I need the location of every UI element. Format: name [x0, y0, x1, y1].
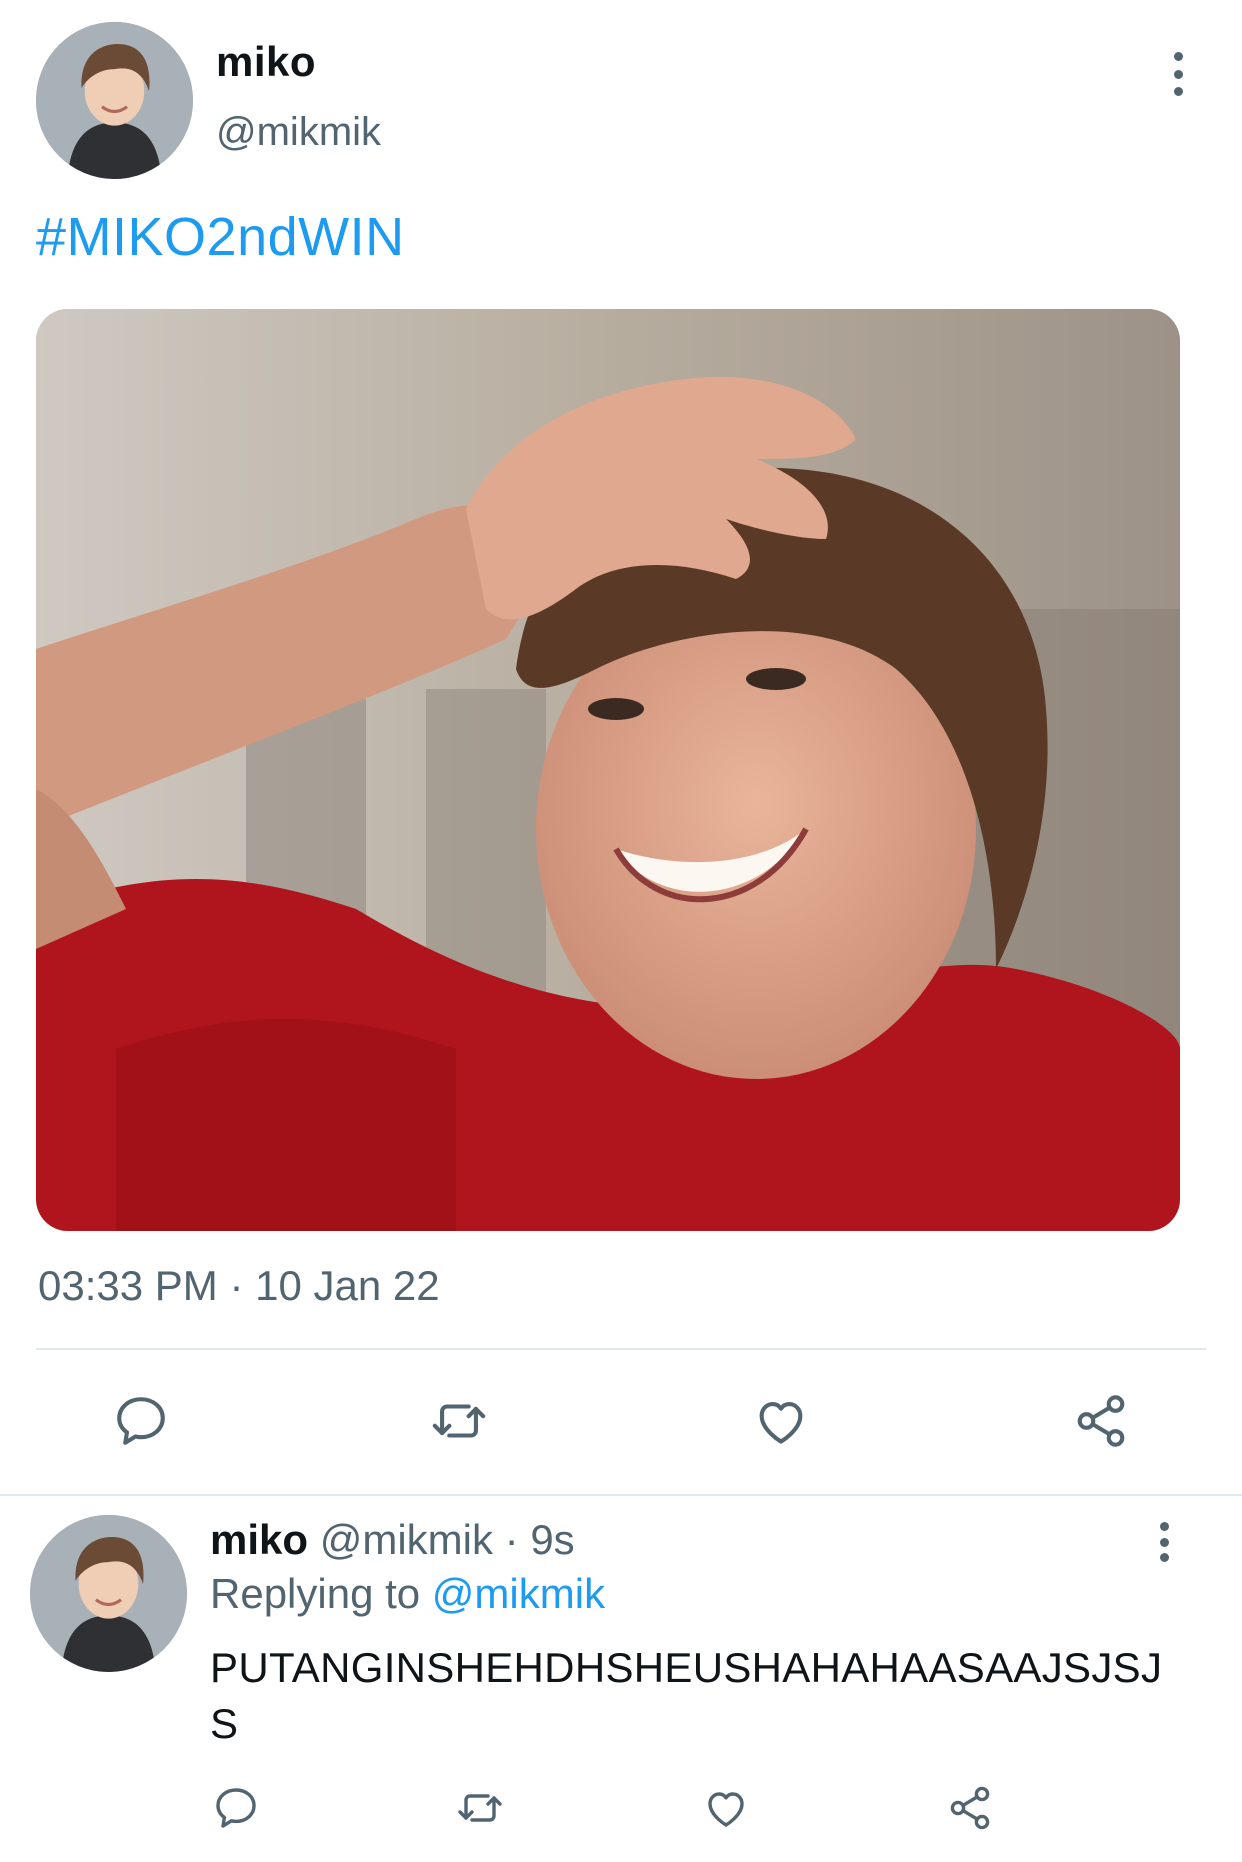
avatar-image — [36, 22, 193, 179]
more-vertical-icon[interactable] — [1146, 1522, 1182, 1562]
retweet-icon[interactable] — [430, 1392, 488, 1450]
like-icon[interactable] — [752, 1392, 810, 1450]
reply-relative-time[interactable]: 9s — [530, 1516, 574, 1563]
section-divider — [0, 1494, 1242, 1496]
reply-user-handle[interactable]: @mikmik — [320, 1516, 493, 1563]
tweet-media-image[interactable] — [36, 309, 1180, 1231]
reply-display-name[interactable]: miko — [210, 1516, 308, 1563]
share-icon[interactable] — [1072, 1392, 1130, 1450]
like-icon[interactable] — [702, 1784, 750, 1832]
replying-to-label: Replying to — [210, 1570, 421, 1617]
profile-avatar[interactable] — [36, 22, 193, 179]
reply-icon[interactable] — [112, 1392, 170, 1450]
reaction-photo — [36, 309, 1180, 1231]
share-icon[interactable] — [946, 1784, 994, 1832]
reply-text: PUTANGINSHEHDHSHEUSHAHAHAASAAJSJSJS — [210, 1644, 1163, 1747]
tweet-timestamp[interactable]: 03:33 PM · 10 Jan 22 — [38, 1262, 440, 1310]
separator-dot: · — [504, 1516, 519, 1563]
user-handle[interactable]: @mikmik — [216, 110, 381, 155]
retweet-icon[interactable] — [456, 1784, 504, 1832]
replying-to-context: Replying to @mikmik — [210, 1570, 605, 1618]
reply-profile-avatar[interactable] — [30, 1515, 187, 1672]
divider — [36, 1348, 1206, 1350]
display-name[interactable]: miko — [216, 38, 316, 86]
avatar-image — [30, 1515, 187, 1672]
replying-to-mention[interactable]: @mikmik — [432, 1570, 605, 1617]
reply-icon[interactable] — [212, 1784, 260, 1832]
more-vertical-icon[interactable] — [1160, 52, 1196, 96]
hashtag-link[interactable]: #MIKO2ndWIN — [36, 206, 405, 268]
reply-header: miko @mikmik · 9s — [210, 1516, 575, 1564]
